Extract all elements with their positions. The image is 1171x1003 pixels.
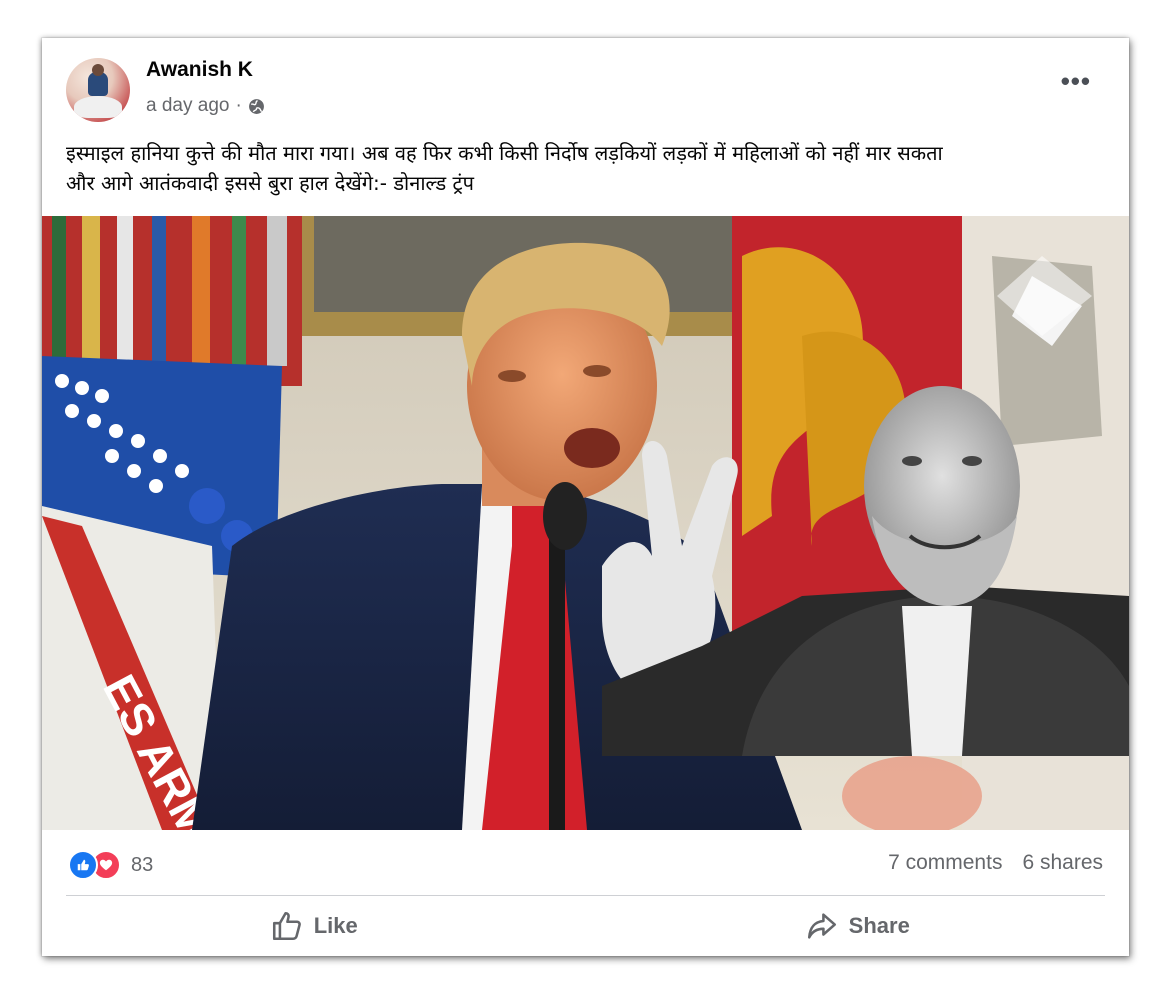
- share-button[interactable]: Share: [586, 896, 1130, 956]
- engagement-counts: 7 comments 6 shares: [888, 851, 1103, 875]
- like-icon: [68, 850, 98, 880]
- caption-line: और आगे आतंकवादी इससे बुरा हाल देखेंगे:- …: [66, 171, 474, 195]
- post-meta: a day ago ·: [146, 95, 265, 117]
- image-scene: ES ARM: [42, 216, 1129, 830]
- more-options-button[interactable]: •••: [1061, 68, 1091, 94]
- thumbs-up-icon: [272, 911, 301, 941]
- post-header: Awanish K a day ago · •••: [66, 58, 1109, 128]
- reaction-count: 83: [131, 853, 154, 876]
- comments-count-link[interactable]: 7 comments: [888, 851, 1002, 875]
- like-label: Like: [313, 913, 358, 938]
- post-timestamp[interactable]: a day ago: [146, 95, 229, 117]
- meta-separator: ·: [235, 95, 242, 116]
- share-label: Share: [848, 913, 910, 938]
- share-icon: [807, 913, 836, 939]
- post-image[interactable]: ES ARM: [42, 216, 1129, 830]
- avatar[interactable]: [66, 58, 130, 122]
- like-button[interactable]: Like: [42, 896, 586, 956]
- globe-icon: [248, 98, 264, 114]
- facebook-post-card: Awanish K a day ago · ••• इस्माइल हानिया…: [42, 38, 1129, 956]
- author-name[interactable]: Awanish K: [146, 58, 253, 82]
- reactions-summary[interactable]: 83: [68, 850, 153, 880]
- caption-line: इस्माइल हानिया कुत्ते की मौत मारा गया। अ…: [66, 141, 943, 165]
- action-bar: Like Share: [42, 896, 1129, 956]
- shares-count-link[interactable]: 6 shares: [1022, 851, 1103, 875]
- post-stats: 83 7 comments 6 shares: [42, 830, 1129, 894]
- post-caption: इस्माइल हानिया कुत्ते की मौत मारा गया। अ…: [66, 138, 1106, 198]
